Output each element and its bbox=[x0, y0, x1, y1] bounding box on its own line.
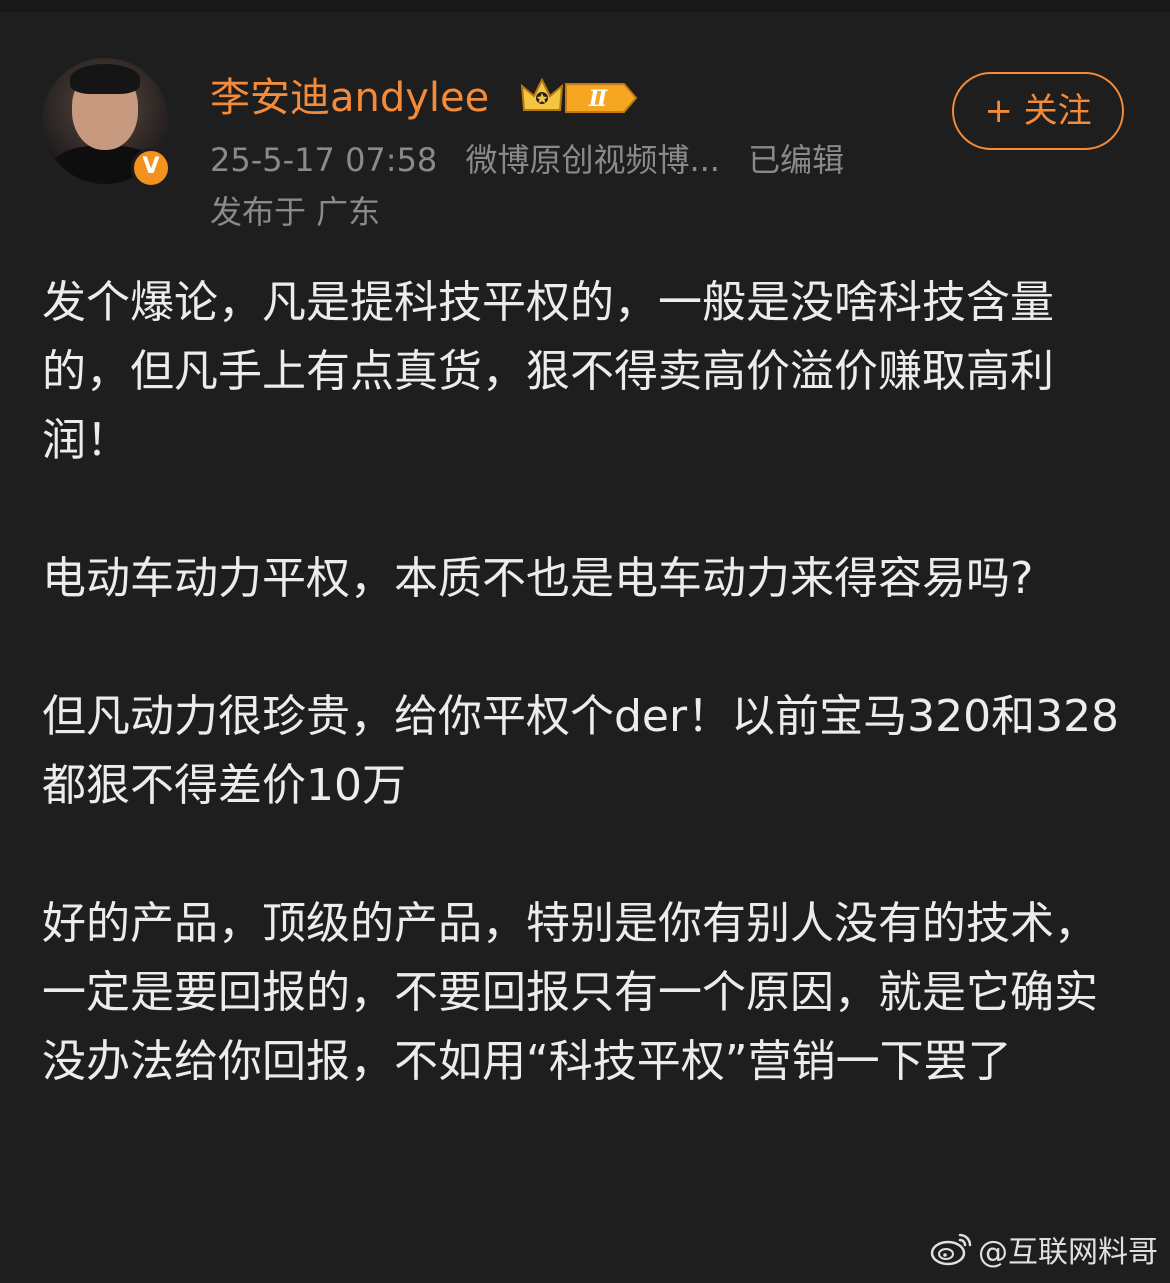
watermark-text: @互联网料哥 bbox=[978, 1235, 1158, 1270]
rank-crown-badge-icon: Ⅱ bbox=[520, 77, 638, 113]
author-name[interactable]: 李安迪andylee bbox=[210, 72, 489, 124]
post-meta: 25-5-17 07:58 微博原创视频博... 已编辑 bbox=[210, 138, 862, 182]
post-paragraph: 发个爆论，凡是提科技平权的，一般是没啥科技含量的，但凡手上有点真货，狠不得卖高价… bbox=[42, 277, 1054, 466]
verified-badge-icon: V bbox=[131, 148, 171, 188]
rank-level: Ⅱ bbox=[588, 86, 609, 112]
post-paragraph: 电动车动力平权，本质不也是电车动力来得容易吗? bbox=[42, 553, 1034, 604]
weibo-logo-icon bbox=[930, 1233, 972, 1266]
post-source[interactable]: 微博原创视频博... bbox=[465, 141, 720, 179]
top-divider bbox=[0, 0, 1170, 12]
post-content: 发个爆论，凡是提科技平权的，一般是没啥科技含量的，但凡手上有点真货，狠不得卖高价… bbox=[42, 268, 1132, 1096]
follow-button[interactable]: + 关注 bbox=[952, 72, 1124, 150]
edited-label[interactable]: 已编辑 bbox=[748, 141, 844, 179]
post-timestamp: 25-5-17 07:58 bbox=[210, 141, 438, 179]
post-paragraph: 好的产品，顶级的产品，特别是你有别人没有的技术，一定是要回报的，不要回报只有一个… bbox=[42, 898, 1098, 1087]
post-location: 发布于 广东 bbox=[210, 193, 381, 231]
post-paragraph: 但凡动力很珍贵，给你平权个der！以前宝马320和328都狠不得差价10万 bbox=[42, 691, 1120, 811]
watermark: @互联网料哥 bbox=[930, 1227, 1158, 1271]
